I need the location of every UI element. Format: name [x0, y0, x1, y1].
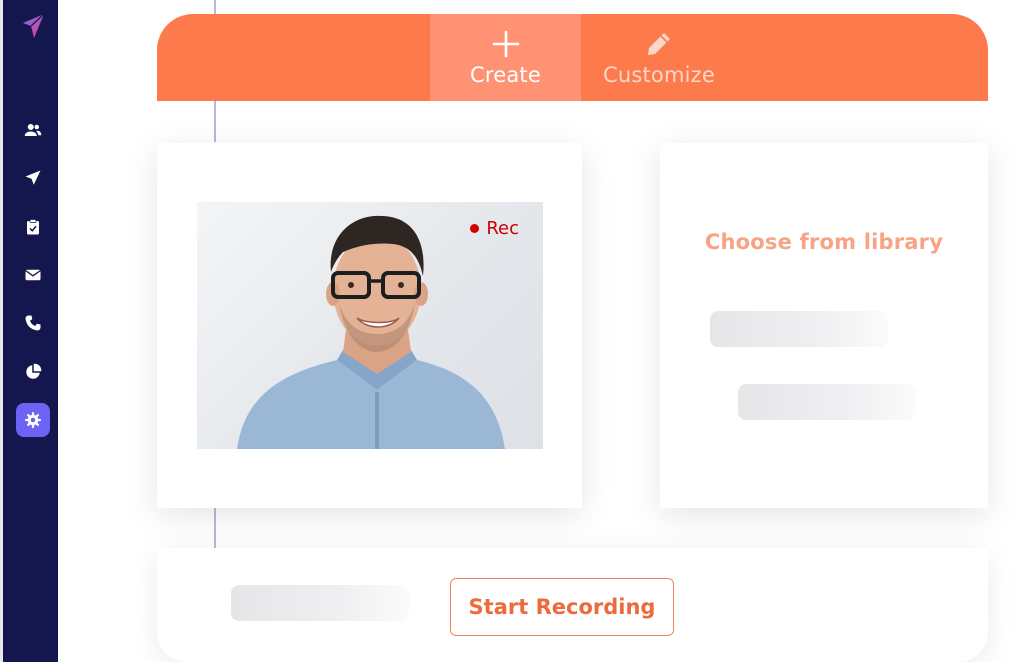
- library-item-placeholder: [710, 311, 888, 347]
- pencil-icon: [648, 32, 670, 55]
- start-recording-button[interactable]: Start Recording: [450, 578, 674, 636]
- action-placeholder: [231, 585, 409, 621]
- choose-from-library-link[interactable]: Choose from library: [660, 230, 988, 254]
- divider-line: [214, 508, 216, 548]
- tab-create-label: Create: [470, 62, 541, 87]
- tab-customize[interactable]: Customize: [581, 14, 737, 101]
- sidebar-item-calls[interactable]: [16, 306, 50, 340]
- sidebar-item-email[interactable]: [16, 258, 50, 292]
- sidebar-item-campaigns[interactable]: [16, 161, 50, 195]
- send-icon: [25, 170, 41, 185]
- person-image: [237, 215, 505, 449]
- tab-customize-label: Customize: [602, 62, 716, 87]
- sidebar-item-contacts[interactable]: [16, 113, 50, 147]
- recording-status: Rec: [486, 218, 519, 239]
- camera-preview[interactable]: Rec: [197, 202, 543, 449]
- logo-icon: [20, 12, 46, 40]
- tab-create[interactable]: Create: [430, 14, 581, 101]
- sidebar: [0, 0, 58, 662]
- sidebar-item-settings[interactable]: [16, 403, 50, 437]
- phone-icon: [25, 315, 41, 331]
- mail-icon: [25, 269, 41, 281]
- recording-indicator: Rec: [470, 218, 519, 239]
- top-tab-bar: Create Customize: [157, 14, 988, 101]
- pie-chart-icon: [26, 363, 42, 379]
- library-item-placeholder: [738, 384, 916, 420]
- users-icon: [24, 124, 42, 136]
- clipboard-icon: [27, 219, 39, 235]
- plus-icon: [492, 30, 519, 57]
- sidebar-item-reports[interactable]: [16, 355, 50, 389]
- sidebar-item-tasks[interactable]: [16, 210, 50, 244]
- gear-icon: [25, 412, 41, 428]
- record-dot-icon: [470, 224, 480, 233]
